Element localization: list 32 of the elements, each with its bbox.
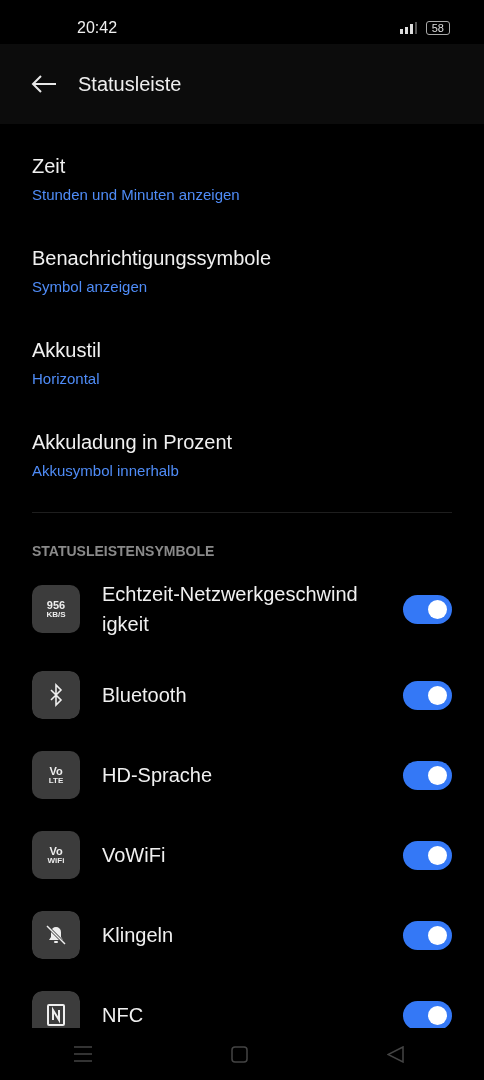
- setting-value: Akkusymbol innerhalb: [32, 462, 180, 479]
- toggle-switch[interactable]: [403, 920, 452, 950]
- signal-icon: [399, 22, 418, 34]
- muted-bell-icon: [32, 911, 80, 959]
- toggle-switch[interactable]: [403, 594, 452, 624]
- badge-icon: Vo WiFi: [32, 831, 80, 879]
- toggle-switch[interactable]: [403, 1000, 452, 1028]
- toggle-label: Klingeln: [102, 923, 175, 948]
- setting-title[interactable]: Benachrichtigungssymbole: [32, 247, 452, 270]
- setting-title[interactable]: Akkustil: [32, 339, 452, 362]
- back-arrow-icon[interactable]: [31, 75, 57, 93]
- toggle-label: Echtzeit-Netzwerkgeschwind igkeit: [102, 582, 359, 637]
- nfc-icon: [32, 991, 80, 1028]
- toggle-label: VoWiFi: [102, 843, 167, 868]
- toggle-label: NFC: [102, 1003, 145, 1028]
- page-title: Statusleiste: [78, 72, 182, 96]
- badge-icon: 956 KB/S: [32, 585, 80, 633]
- toggle-switch[interactable]: [403, 760, 452, 790]
- setting-value: Stunden und Minuten anzeigen: [32, 186, 241, 203]
- setting-value: Horizontal: [32, 370, 101, 387]
- setting-value: Symbol anzeigen: [32, 278, 149, 295]
- battery-indicator: 58: [425, 21, 450, 35]
- setting-title[interactable]: Akkuladung in Prozent: [32, 431, 452, 454]
- toggle-switch[interactable]: [403, 840, 452, 870]
- badge-icon: Vo LTE: [32, 751, 80, 799]
- section-header: STATUSLEISTENSYMBOLE: [32, 543, 216, 559]
- toggle-label: HD-Sprache: [102, 763, 214, 788]
- toggle-label: Bluetooth: [102, 683, 188, 708]
- bluetooth-icon: [32, 671, 80, 719]
- toggle-switch[interactable]: [403, 680, 452, 710]
- setting-title[interactable]: Zeit: [32, 155, 452, 178]
- status-time: 20:42: [77, 18, 118, 37]
